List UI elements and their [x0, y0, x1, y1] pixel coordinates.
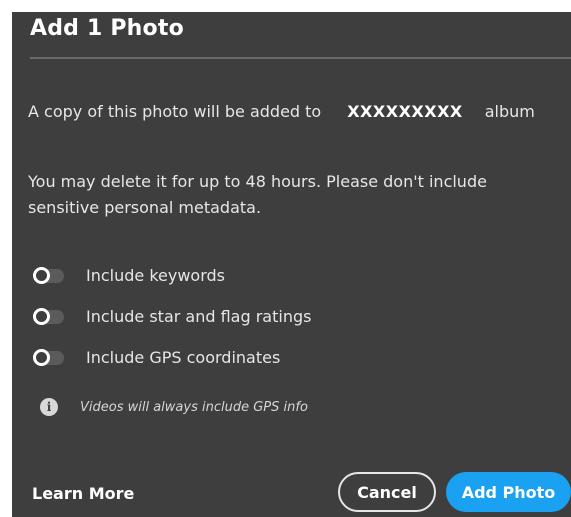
- cancel-button[interactable]: Cancel: [338, 472, 436, 512]
- option-include-ratings[interactable]: Include star and flag ratings: [33, 307, 312, 326]
- gps-toggle[interactable]: [33, 348, 64, 366]
- option-include-gps[interactable]: Include GPS coordinates: [33, 348, 281, 367]
- title-divider: [30, 57, 571, 59]
- option-label: Include GPS coordinates: [86, 348, 281, 367]
- toggle-knob: [33, 266, 50, 284]
- copy-destination-text: A copy of this photo will be added to XX…: [28, 102, 535, 121]
- gps-info-note: i Videos will always include GPS info: [40, 398, 308, 416]
- album-name: XXXXXXXXX: [347, 102, 463, 121]
- copy-suffix: album: [484, 102, 535, 121]
- delete-notice: You may delete it for up to 48 hours. Pl…: [28, 172, 487, 217]
- learn-more-link[interactable]: Learn More: [32, 484, 134, 503]
- option-label: Include keywords: [86, 266, 225, 285]
- option-label: Include star and flag ratings: [86, 307, 312, 326]
- copy-prefix: A copy of this photo will be added to: [28, 102, 322, 121]
- info-text: Videos will always include GPS info: [80, 399, 308, 415]
- keywords-toggle[interactable]: [33, 266, 64, 284]
- add-photo-button[interactable]: Add Photo: [446, 472, 571, 512]
- add-photo-dialog: Add 1 Photo A copy of this photo will be…: [12, 12, 571, 517]
- info-icon: i: [40, 398, 58, 416]
- toggle-knob: [33, 348, 50, 366]
- toggle-knob: [33, 307, 50, 325]
- dialog-title: Add 1 Photo: [30, 16, 184, 41]
- option-include-keywords[interactable]: Include keywords: [33, 266, 225, 285]
- ratings-toggle[interactable]: [33, 307, 64, 325]
